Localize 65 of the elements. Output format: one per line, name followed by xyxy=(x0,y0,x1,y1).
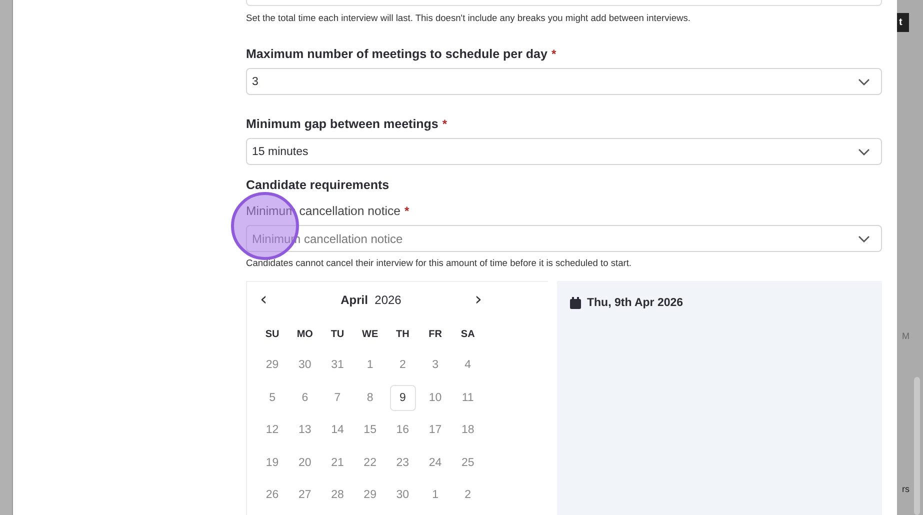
calendar-day[interactable]: 5 xyxy=(259,384,286,410)
weekday-label: SA xyxy=(460,329,476,342)
previous-month-button[interactable]: ‹ xyxy=(256,292,272,308)
backdrop-button[interactable]: t xyxy=(897,13,909,32)
calendar-day[interactable]: 11 xyxy=(454,384,481,410)
calendar-day[interactable]: 31 xyxy=(324,352,350,378)
weekday-label: FR xyxy=(428,329,443,342)
weekday-label: WE xyxy=(361,329,380,342)
calendar-day[interactable]: 27 xyxy=(292,482,318,508)
field-hint: Set the total time each interview will last. This doesn't include any breaks you might add between interviews. xyxy=(246,13,692,23)
duration-field[interactable] xyxy=(246,0,882,6)
calendar-day[interactable]: 13 xyxy=(292,417,318,443)
next-month-button[interactable]: › xyxy=(470,292,486,308)
select-field[interactable]: 3 xyxy=(246,68,882,95)
required-asterisk: * xyxy=(551,47,556,61)
calendar-day[interactable]: 2 xyxy=(390,352,416,378)
calendar-day[interactable]: 24 xyxy=(422,450,448,476)
chevron-down-icon xyxy=(858,148,870,156)
section-title: Candidate requirements xyxy=(246,178,390,192)
calendar-day[interactable]: 8 xyxy=(357,384,384,410)
weekday-label: TU xyxy=(330,329,346,342)
field-label: Maximum number of meetings to schedule per day xyxy=(246,47,548,61)
calendar-day[interactable]: 23 xyxy=(390,450,416,476)
weekday-label: MO xyxy=(296,329,314,342)
calendar-day[interactable]: 26 xyxy=(259,482,286,508)
calendar-day[interactable]: 1 xyxy=(357,352,384,378)
calendar-day[interactable]: 28 xyxy=(324,482,350,508)
calendar-day[interactable]: 14 xyxy=(324,417,350,443)
required-asterisk: * xyxy=(404,204,410,218)
calendar-day[interactable]: 3 xyxy=(422,352,448,378)
calendar-day[interactable]: 25 xyxy=(454,450,481,476)
month-title: April 2026 xyxy=(340,293,402,307)
calendar-day[interactable]: 17 xyxy=(422,417,448,443)
field-hint: Candidates cannot cancel their interview for this amount of time before it is scheduled to start. xyxy=(246,258,633,268)
chevron-down-icon xyxy=(858,234,870,242)
select-field[interactable]: 15 minutes xyxy=(246,138,882,165)
backdrop-text: M xyxy=(902,331,910,341)
weekday-label: TH xyxy=(395,329,410,342)
calendar-day[interactable]: 29 xyxy=(259,352,286,378)
calendar-day[interactable]: 6 xyxy=(292,384,318,410)
selected-date: Thu, 9th Apr 2026 xyxy=(587,297,684,309)
backdrop-text: rs xyxy=(902,484,910,494)
weekday-label: SU xyxy=(264,329,280,342)
calendar-day[interactable]: 9 xyxy=(390,384,416,410)
calendar-day[interactable]: 15 xyxy=(357,417,384,443)
calendar-icon xyxy=(570,297,581,309)
calendar-day[interactable]: 30 xyxy=(390,482,416,508)
calendar-day[interactable]: 2 xyxy=(454,482,481,508)
calendar-day[interactable]: 18 xyxy=(454,417,481,443)
calendar-day[interactable]: 10 xyxy=(422,384,448,410)
field-label: Minimum gap between meetings xyxy=(246,117,438,131)
calendar-day[interactable]: 29 xyxy=(357,482,384,508)
calendar-day[interactable]: 7 xyxy=(324,384,350,410)
calendar-day[interactable]: 21 xyxy=(324,450,350,476)
calendar-day[interactable]: 16 xyxy=(390,417,416,443)
calendar-day[interactable]: 30 xyxy=(292,352,318,378)
scrollbar-thumb[interactable] xyxy=(914,377,920,515)
calendar-day[interactable]: 1 xyxy=(422,482,448,508)
calendar-day[interactable]: 4 xyxy=(454,352,481,378)
calendar-day[interactable]: 12 xyxy=(259,417,286,443)
required-asterisk: * xyxy=(442,117,448,131)
calendar-day[interactable]: 19 xyxy=(259,450,286,476)
calendar-day[interactable]: 22 xyxy=(357,450,384,476)
chevron-down-icon xyxy=(858,78,870,86)
calendar-day[interactable]: 20 xyxy=(292,450,318,476)
